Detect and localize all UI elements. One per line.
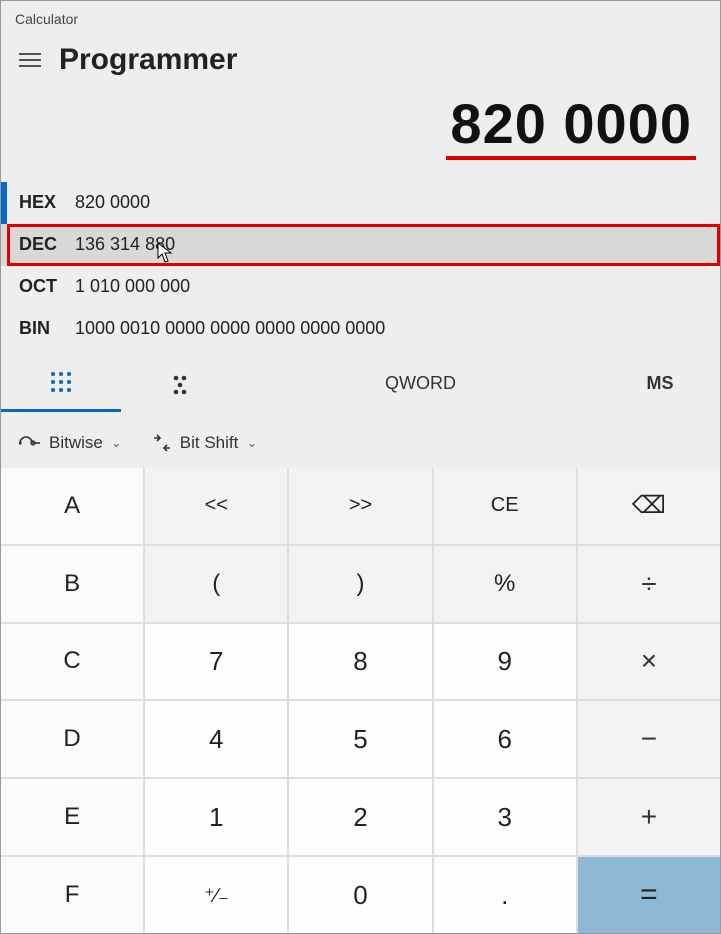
base-row-bin[interactable]: BIN 1000 0010 0000 0000 0000 0000 0000 — [1, 308, 720, 350]
base-label-bin: BIN — [19, 318, 75, 339]
key-multiply[interactable]: × — [578, 624, 720, 700]
chevron-down-icon: ⌄ — [246, 435, 257, 451]
bitshift-dropdown[interactable]: Bit Shift ⌄ — [152, 433, 258, 453]
memory-store-label: MS — [647, 373, 674, 394]
base-label-hex: HEX — [19, 192, 75, 213]
bitwise-icon — [19, 434, 41, 452]
key-rshift[interactable]: >> — [289, 468, 431, 544]
key-7[interactable]: 7 — [145, 624, 287, 700]
key-6[interactable]: 6 — [434, 701, 576, 777]
key-equals[interactable]: = — [578, 857, 720, 933]
bit-dots-icon — [170, 373, 192, 395]
key-a[interactable]: A — [1, 468, 143, 544]
base-label-oct: OCT — [19, 276, 75, 297]
key-8[interactable]: 8 — [289, 624, 431, 700]
base-list: HEX 820 0000 DEC 136 314 880 OCT 1 010 0… — [1, 182, 720, 350]
sub-toolbar: Bitwise ⌄ Bit Shift ⌄ — [1, 418, 720, 468]
key-5[interactable]: 5 — [289, 701, 431, 777]
mode-title: Programmer — [59, 43, 237, 77]
key-0[interactable]: 0 — [289, 857, 431, 933]
view-toolbar: QWORD MS — [1, 356, 720, 412]
key-3[interactable]: 3 — [434, 779, 576, 855]
menu-icon[interactable] — [19, 49, 41, 71]
key-4[interactable]: 4 — [145, 701, 287, 777]
base-row-hex[interactable]: HEX 820 0000 — [1, 182, 720, 224]
window-title: Calculator — [15, 11, 78, 27]
key-f[interactable]: F — [1, 857, 143, 933]
header: Programmer — [1, 37, 720, 77]
key-d[interactable]: D — [1, 701, 143, 777]
key-lparen[interactable]: ( — [145, 546, 287, 622]
title-bar: Calculator — [1, 1, 720, 37]
word-size-button[interactable]: QWORD — [241, 356, 600, 412]
key-add[interactable]: + — [578, 779, 720, 855]
base-row-oct[interactable]: OCT 1 010 000 000 — [1, 266, 720, 308]
key-c[interactable]: C — [1, 624, 143, 700]
base-value-bin: 1000 0010 0000 0000 0000 0000 0000 — [75, 318, 385, 339]
base-value-dec: 136 314 880 — [75, 234, 175, 255]
key-2[interactable]: 2 — [289, 779, 431, 855]
chevron-down-icon: ⌄ — [111, 435, 122, 451]
bitwise-dropdown[interactable]: Bitwise ⌄ — [19, 433, 122, 453]
bitshift-icon — [152, 434, 172, 452]
bit-toggle-view-tab[interactable] — [121, 356, 241, 412]
key-b[interactable]: B — [1, 546, 143, 622]
key-backspace[interactable]: ⌫ — [578, 468, 720, 544]
key-ce[interactable]: CE — [434, 468, 576, 544]
key-divide[interactable]: ÷ — [578, 546, 720, 622]
display-value: 820 0000 — [446, 95, 696, 160]
bitwise-label: Bitwise — [49, 433, 103, 453]
display-area: 820 0000 — [1, 77, 720, 164]
key-rparen[interactable]: ) — [289, 546, 431, 622]
key-negate[interactable]: ⁺∕₋ — [145, 857, 287, 933]
key-e[interactable]: E — [1, 779, 143, 855]
calculator-window: Calculator Programmer 820 0000 HEX 820 0… — [0, 0, 721, 934]
key-subtract[interactable]: − — [578, 701, 720, 777]
key-decimal[interactable]: . — [434, 857, 576, 933]
base-row-dec[interactable]: DEC 136 314 880 — [1, 224, 720, 266]
keypad: A << >> CE ⌫ B ( ) % ÷ C 7 8 9 × D 4 5 6… — [1, 468, 720, 933]
memory-store-button[interactable]: MS — [600, 356, 720, 412]
base-value-oct: 1 010 000 000 — [75, 276, 190, 297]
base-value-hex: 820 0000 — [75, 192, 150, 213]
key-1[interactable]: 1 — [145, 779, 287, 855]
base-label-dec: DEC — [19, 234, 75, 255]
key-percent[interactable]: % — [434, 546, 576, 622]
word-size-label: QWORD — [385, 373, 456, 394]
keypad-view-tab[interactable] — [1, 356, 121, 412]
keypad-grid-icon — [50, 371, 72, 393]
key-9[interactable]: 9 — [434, 624, 576, 700]
bitshift-label: Bit Shift — [180, 433, 239, 453]
key-lshift[interactable]: << — [145, 468, 287, 544]
